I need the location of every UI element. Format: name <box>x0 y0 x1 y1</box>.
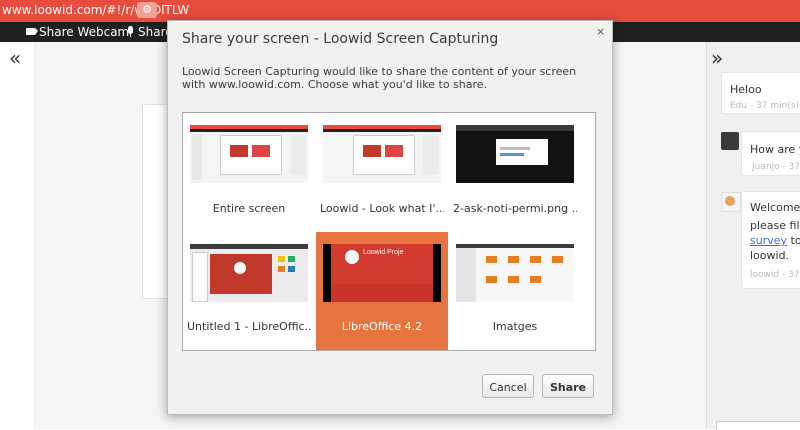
microphone-stand-icon <box>130 34 131 37</box>
share-webcam-button[interactable]: Share Webcam <box>39 25 129 39</box>
chat-message-meta: Edu - 37 min(s) ago <box>730 101 800 111</box>
source-tile-entire-screen[interactable]: Entire screen <box>183 113 315 231</box>
share-screen-dialog: Share your screen - Loowid Screen Captur… <box>167 20 613 415</box>
source-label: Imatges <box>492 320 538 333</box>
source-grid: Entire screen Loowid - Look what I'... 2… <box>182 112 596 351</box>
survey-link[interactable]: survey <box>750 234 787 247</box>
chat-message: How are you Juanjo - 37 min <box>741 131 800 176</box>
source-tile-loowid-window[interactable]: Loowid - Look what I'... <box>316 113 448 231</box>
chat-message-meta: Juanjo - 37 min <box>752 162 800 172</box>
dialog-description: Loowid Screen Capturing would like to sh… <box>182 65 577 91</box>
chat-message-text: to hel <box>790 234 800 247</box>
window-thumbnail <box>323 125 441 183</box>
window-thumbnail: Loowid Proje <box>323 244 441 302</box>
cancel-button[interactable]: Cancel <box>482 374 534 398</box>
source-label: 2-ask-noti-permi.png ... <box>453 202 577 215</box>
source-tile-file-browser[interactable]: Imatges <box>449 232 581 350</box>
microphone-icon <box>128 26 133 34</box>
url-bar: www.loowid.com/#!/r/wqOlTLW ⚙ <box>0 0 800 22</box>
chat-message-text: Welcome to <box>750 201 800 214</box>
url-text[interactable]: www.loowid.com/#!/r/wqOlTLW <box>2 3 189 17</box>
chat-message: Heloo Edu - 37 min(s) ago <box>721 72 800 114</box>
camera-icon <box>26 28 35 35</box>
left-panel: « <box>0 42 35 429</box>
source-tile-libreoffice-presentation[interactable]: Loowid Proje LibreOffice 4.2 <box>316 232 448 350</box>
chat-message-meta: loowid - 37 min(s) <box>750 270 800 280</box>
chat-panel: » Heloo Edu - 37 min(s) ago How are you … <box>706 42 800 429</box>
avatar <box>721 132 739 150</box>
chat-message-text: please fill ou <box>750 219 800 232</box>
chat-message-text: survey to hel <box>750 234 800 247</box>
dialog-title: Share your screen - Loowid Screen Captur… <box>182 31 499 47</box>
chat-message-text: How are you <box>750 143 800 156</box>
collapse-left-icon[interactable]: « <box>9 48 21 68</box>
slide-title: Loowid Proje <box>363 249 404 256</box>
window-thumbnail <box>190 244 308 302</box>
source-tile-image-window[interactable]: 2-ask-noti-permi.png ... <box>449 113 581 231</box>
source-label: Entire screen <box>212 202 286 215</box>
collapse-right-icon[interactable]: » <box>711 48 723 68</box>
chat-message: Welcome to please fill ou survey to hel … <box>741 191 800 289</box>
avatar-logo-icon <box>725 196 735 206</box>
source-tile-libreoffice-untitled[interactable]: Untitled 1 - LibreOffic... <box>183 232 315 350</box>
share-button[interactable]: Share <box>542 374 594 398</box>
source-label: LibreOffice 4.2 <box>341 320 423 333</box>
close-icon[interactable]: × <box>596 25 605 38</box>
chat-message-text: loowid. <box>750 249 790 262</box>
screen-thumbnail <box>190 125 308 183</box>
chat-message-text: Heloo <box>730 83 762 96</box>
window-thumbnail <box>456 244 574 302</box>
source-label: Untitled 1 - LibreOffic... <box>187 320 311 333</box>
window-thumbnail <box>456 125 574 183</box>
gear-icon[interactable]: ⚙ <box>137 2 157 18</box>
camera-lens-icon <box>35 28 38 35</box>
source-label: Loowid - Look what I'... <box>320 202 444 215</box>
